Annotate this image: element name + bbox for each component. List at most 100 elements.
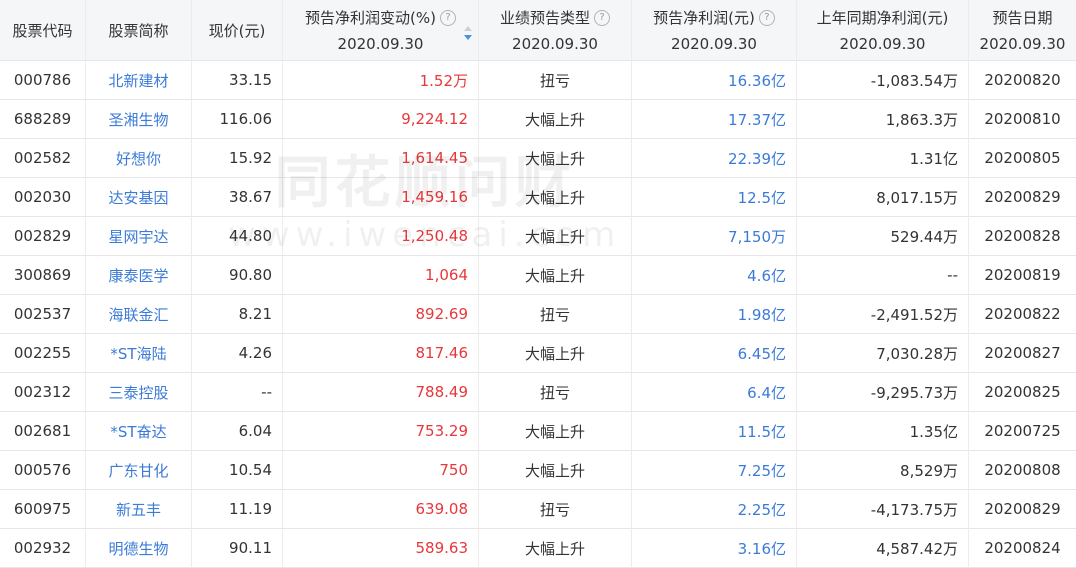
header-type[interactable]: 业绩预告类型 ? 2020.09.30 [479, 0, 632, 61]
cell-profit-change: 1.52万 [283, 61, 479, 100]
stock-name-link[interactable]: 康泰医学 [86, 256, 192, 295]
cell-stock-code: 600975 [0, 490, 86, 529]
cell-forecast-profit: 1.98亿 [632, 295, 797, 334]
stock-name-link[interactable]: 海联金汇 [86, 295, 192, 334]
header-profit-date: 2020.09.30 [671, 35, 757, 53]
header-change-date: 2020.09.30 [337, 35, 424, 53]
header-prev[interactable]: 上年同期净利润(元) 2020.09.30 [797, 0, 969, 61]
cell-price: -- [192, 373, 283, 412]
cell-forecast-profit: 6.4亿 [632, 373, 797, 412]
cell-profit-change: 9,224.12 [283, 100, 479, 139]
header-change-label: 预告净利润变动(%) [305, 9, 436, 27]
cell-prev-profit: 4,587.42万 [797, 529, 969, 568]
cell-forecast-type: 扭亏 [479, 61, 632, 100]
cell-prev-profit: 1.31亿 [797, 139, 969, 178]
cell-forecast-type: 大幅上升 [479, 100, 632, 139]
cell-prev-profit: 529.44万 [797, 217, 969, 256]
stock-name-link[interactable]: 北新建材 [86, 61, 192, 100]
stock-name-link[interactable]: 好想你 [86, 139, 192, 178]
cell-forecast-type: 扭亏 [479, 373, 632, 412]
header-change[interactable]: 预告净利润变动(%) ? 2020.09.30 [283, 0, 479, 61]
cell-stock-code: 000576 [0, 451, 86, 490]
cell-forecast-profit: 6.45亿 [632, 334, 797, 373]
header-prev-date: 2020.09.30 [839, 35, 926, 53]
stock-name-link[interactable]: 明德生物 [86, 529, 192, 568]
cell-stock-code: 688289 [0, 100, 86, 139]
cell-prev-profit: 1,863.3万 [797, 100, 969, 139]
cell-forecast-profit: 12.5亿 [632, 178, 797, 217]
cell-forecast-profit: 7,150万 [632, 217, 797, 256]
cell-forecast-profit: 7.25亿 [632, 451, 797, 490]
cell-forecast-date: 20200805 [969, 139, 1076, 178]
cell-forecast-date: 20200819 [969, 256, 1076, 295]
stock-name-link[interactable]: 广东甘化 [86, 451, 192, 490]
stock-name-link[interactable]: 新五丰 [86, 490, 192, 529]
cell-prev-profit: -1,083.54万 [797, 61, 969, 100]
cell-profit-change: 1,459.16 [283, 178, 479, 217]
cell-forecast-type: 大幅上升 [479, 412, 632, 451]
stock-name-link[interactable]: 星网宇达 [86, 217, 192, 256]
cell-price: 90.11 [192, 529, 283, 568]
cell-stock-code: 002932 [0, 529, 86, 568]
cell-forecast-date: 20200828 [969, 217, 1076, 256]
header-date-label: 预告日期 [992, 9, 1053, 27]
cell-forecast-profit: 11.5亿 [632, 412, 797, 451]
help-icon[interactable]: ? [758, 9, 775, 26]
cell-price: 116.06 [192, 100, 283, 139]
cell-price: 10.54 [192, 451, 283, 490]
cell-forecast-profit: 22.39亿 [632, 139, 797, 178]
help-icon[interactable]: ? [594, 9, 610, 26]
cell-forecast-date: 20200808 [969, 451, 1076, 490]
header-prev-label: 上年同期净利润(元) [816, 9, 949, 27]
cell-prev-profit: -9,295.73万 [797, 373, 969, 412]
cell-forecast-type: 扭亏 [479, 295, 632, 334]
stock-name-link[interactable]: 圣湘生物 [86, 100, 192, 139]
cell-forecast-profit: 16.36亿 [632, 61, 797, 100]
cell-profit-change: 753.29 [283, 412, 479, 451]
cell-forecast-type: 扭亏 [479, 490, 632, 529]
cell-profit-change: 1,250.48 [283, 217, 479, 256]
cell-prev-profit: -4,173.75万 [797, 490, 969, 529]
cell-forecast-type: 大幅上升 [479, 529, 632, 568]
stock-name-link[interactable]: *ST海陆 [86, 334, 192, 373]
cell-profit-change: 639.08 [283, 490, 479, 529]
cell-price: 8.21 [192, 295, 283, 334]
header-profit[interactable]: 预告净利润(元) ? 2020.09.30 [632, 0, 797, 61]
cell-forecast-type: 大幅上升 [479, 139, 632, 178]
cell-stock-code: 002030 [0, 178, 86, 217]
cell-forecast-profit: 17.37亿 [632, 100, 797, 139]
cell-stock-code: 002312 [0, 373, 86, 412]
header-name-label: 股票简称 [108, 21, 169, 40]
cell-price: 33.15 [192, 61, 283, 100]
cell-stock-code: 002829 [0, 217, 86, 256]
cell-forecast-date: 20200827 [969, 334, 1076, 373]
cell-stock-code: 002255 [0, 334, 86, 373]
cell-stock-code: 000786 [0, 61, 86, 100]
stock-name-link[interactable]: 达安基因 [86, 178, 192, 217]
cell-price: 38.67 [192, 178, 283, 217]
cell-forecast-date: 20200822 [969, 295, 1076, 334]
header-code[interactable]: 股票代码 [0, 0, 86, 61]
header-price[interactable]: 现价(元) [192, 0, 283, 61]
cell-forecast-date: 20200829 [969, 178, 1076, 217]
stock-name-link[interactable]: *ST奋达 [86, 412, 192, 451]
cell-stock-code: 300869 [0, 256, 86, 295]
cell-prev-profit: 8,017.15万 [797, 178, 969, 217]
header-date[interactable]: 预告日期 2020.09.30 [969, 0, 1076, 61]
cell-forecast-type: 大幅上升 [479, 178, 632, 217]
cell-forecast-type: 大幅上升 [479, 451, 632, 490]
cell-forecast-date: 20200725 [969, 412, 1076, 451]
cell-stock-code: 002681 [0, 412, 86, 451]
sort-descending-icon[interactable] [464, 26, 472, 40]
cell-stock-code: 002582 [0, 139, 86, 178]
cell-forecast-profit: 4.6亿 [632, 256, 797, 295]
help-icon[interactable]: ? [439, 9, 456, 26]
stock-name-link[interactable]: 三泰控股 [86, 373, 192, 412]
cell-forecast-type: 大幅上升 [479, 334, 632, 373]
header-name[interactable]: 股票简称 [86, 0, 192, 61]
cell-prev-profit: -- [797, 256, 969, 295]
cell-forecast-date: 20200820 [969, 61, 1076, 100]
cell-profit-change: 788.49 [283, 373, 479, 412]
cell-prev-profit: 7,030.28万 [797, 334, 969, 373]
cell-profit-change: 1,614.45 [283, 139, 479, 178]
